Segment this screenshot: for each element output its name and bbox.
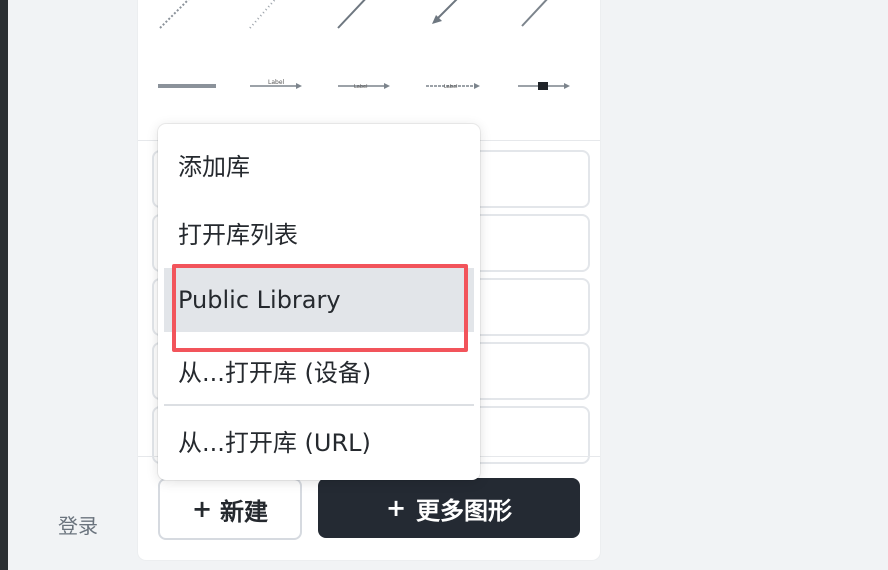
plus-icon: + <box>385 494 407 522</box>
thick-line-shape[interactable] <box>152 66 222 106</box>
labeled-arrow-shape[interactable]: Label <box>240 66 310 106</box>
menu-separator <box>164 404 474 406</box>
plus-icon: + <box>191 495 213 523</box>
left-panel: 登录 <box>8 0 138 570</box>
login-link[interactable]: 登录 <box>58 510 98 539</box>
shape-row-connectors <box>138 0 600 40</box>
menu-item-open-library-list[interactable]: 打开库列表 <box>164 200 474 264</box>
menu-item-label: 添加库 <box>178 152 250 181</box>
menu-item-label: 打开库列表 <box>178 220 298 249</box>
line-thin-shape[interactable] <box>508 0 578 40</box>
more-shapes-label: 更多图形 <box>416 496 513 525</box>
labeled-arrow-3-shape[interactable]: Label <box>418 66 488 106</box>
shape-label: Label <box>354 84 368 90</box>
highlight-annotation <box>172 264 468 352</box>
new-button[interactable]: + 新建 <box>158 478 302 540</box>
menu-item-label: 从...打开库 (设备) <box>178 358 372 387</box>
new-button-label: 新建 <box>220 497 269 526</box>
shape-row-labeled: Label Label Label <box>138 66 600 106</box>
menu-item-label: 从...打开库 (URL) <box>178 428 371 457</box>
dotted-line-light-shape[interactable] <box>240 0 310 40</box>
arrow-with-box-shape[interactable] <box>508 66 578 106</box>
line-shape[interactable] <box>328 0 398 40</box>
more-shapes-button[interactable]: + 更多图形 <box>318 478 580 538</box>
menu-item-add-library[interactable]: 添加库 <box>164 132 474 196</box>
window-edge <box>0 0 8 570</box>
shape-label: Label <box>444 84 458 90</box>
menu-item-open-from-url[interactable]: 从...打开库 (URL) <box>164 408 474 472</box>
labeled-arrow-2-shape[interactable]: Label <box>328 66 398 106</box>
dotted-line-shape[interactable] <box>152 0 222 40</box>
shape-label: Label <box>268 79 285 86</box>
arrow-shape[interactable] <box>418 0 488 40</box>
